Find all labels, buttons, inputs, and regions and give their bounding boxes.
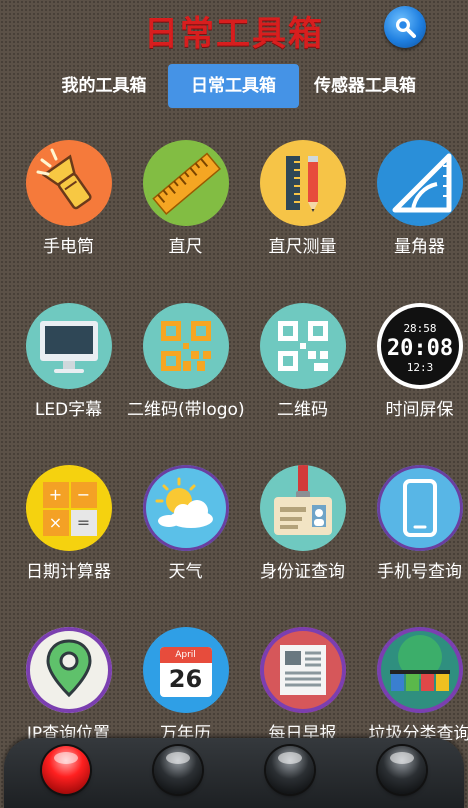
ruler-measure-icon xyxy=(259,140,346,226)
weather-icon xyxy=(142,465,229,551)
calc-plus-key: + xyxy=(42,482,69,508)
tool-calendar[interactable]: April 26 万年历 xyxy=(127,627,244,744)
tool-ruler-measure[interactable]: 直尺测量 xyxy=(244,140,361,257)
tab-bar: 我的工具箱 日常工具箱 传感器工具箱 xyxy=(0,64,468,110)
location-pin-icon xyxy=(25,627,112,713)
tool-label: 直尺测量 xyxy=(268,237,337,257)
tool-label: 二维码 xyxy=(277,400,328,420)
recycle-bins-icon xyxy=(376,627,463,713)
clock-top-text: 28:58 xyxy=(403,322,436,335)
calc-minus-key: − xyxy=(70,482,97,508)
monitor-icon xyxy=(25,303,112,389)
search-icon xyxy=(396,18,416,38)
calendar-day: 26 xyxy=(168,665,203,693)
calc-equals-key: = xyxy=(70,510,97,536)
ruler-icon xyxy=(142,140,229,226)
tool-date-calculator[interactable]: + − × = 日期计算器 xyxy=(10,465,127,582)
tool-label: 时间屏保 xyxy=(385,400,454,420)
tool-daily-news[interactable]: 每日早报 xyxy=(244,627,361,744)
tool-clock-screensaver[interactable]: 28:58 20:08 12:3 时间屏保 xyxy=(361,303,468,420)
calendar-icon: April 26 xyxy=(142,627,229,713)
newspaper-icon xyxy=(259,627,346,713)
calendar-month: April xyxy=(159,647,212,663)
nav-button-3[interactable] xyxy=(266,746,314,794)
calc-times-key: × xyxy=(42,510,69,536)
tool-id-card[interactable]: 身份证查询 xyxy=(244,465,361,582)
qr-logo-icon xyxy=(142,303,229,389)
tool-label: 二维码(带logo) xyxy=(127,400,245,420)
tool-label: 直尺 xyxy=(168,237,203,257)
phone-icon xyxy=(376,465,463,551)
id-card-icon xyxy=(259,465,346,551)
tool-label: 身份证查询 xyxy=(260,562,345,582)
tool-label: LED字幕 xyxy=(34,400,103,420)
clock-main-text: 20:08 xyxy=(386,336,452,361)
protractor-icon xyxy=(376,140,463,226)
tool-qr-logo[interactable]: 二维码(带logo) xyxy=(127,303,245,420)
search-button[interactable] xyxy=(384,6,426,48)
nav-button-2[interactable] xyxy=(154,746,202,794)
tool-label: 量角器 xyxy=(394,237,445,257)
clock-bottom-text: 12:3 xyxy=(406,361,433,374)
tool-label: 手电筒 xyxy=(43,237,94,257)
tab-sensor-toolbox[interactable]: 传感器工具箱 xyxy=(299,64,431,108)
tool-label: 日期计算器 xyxy=(26,562,111,582)
qr-icon xyxy=(259,303,346,389)
tab-daily-toolbox[interactable]: 日常工具箱 xyxy=(168,64,299,108)
nav-button-1[interactable] xyxy=(42,746,90,794)
tool-phone-lookup[interactable]: 手机号查询 xyxy=(361,465,468,582)
calculator-icon: + − × = xyxy=(25,465,112,551)
tool-garbage-sorting[interactable]: 垃圾分类查询 xyxy=(361,627,468,744)
nav-button-4[interactable] xyxy=(378,746,426,794)
tab-my-toolbox[interactable]: 我的工具箱 xyxy=(40,64,168,108)
tool-flashlight[interactable]: 手电筒 xyxy=(10,140,127,257)
tool-label: 天气 xyxy=(168,562,203,582)
tool-protractor[interactable]: 量角器 xyxy=(361,140,468,257)
clock-icon: 28:58 20:08 12:3 xyxy=(376,303,463,389)
tool-ruler[interactable]: 直尺 xyxy=(127,140,244,257)
tool-label: 手机号查询 xyxy=(377,562,462,582)
tool-qr[interactable]: 二维码 xyxy=(244,303,361,420)
flashlight-icon xyxy=(25,140,112,226)
tool-led-subtitle[interactable]: LED字幕 xyxy=(10,303,127,420)
tool-ip-location[interactable]: IP查询位置 xyxy=(10,627,127,744)
tool-weather[interactable]: 天气 xyxy=(127,465,244,582)
